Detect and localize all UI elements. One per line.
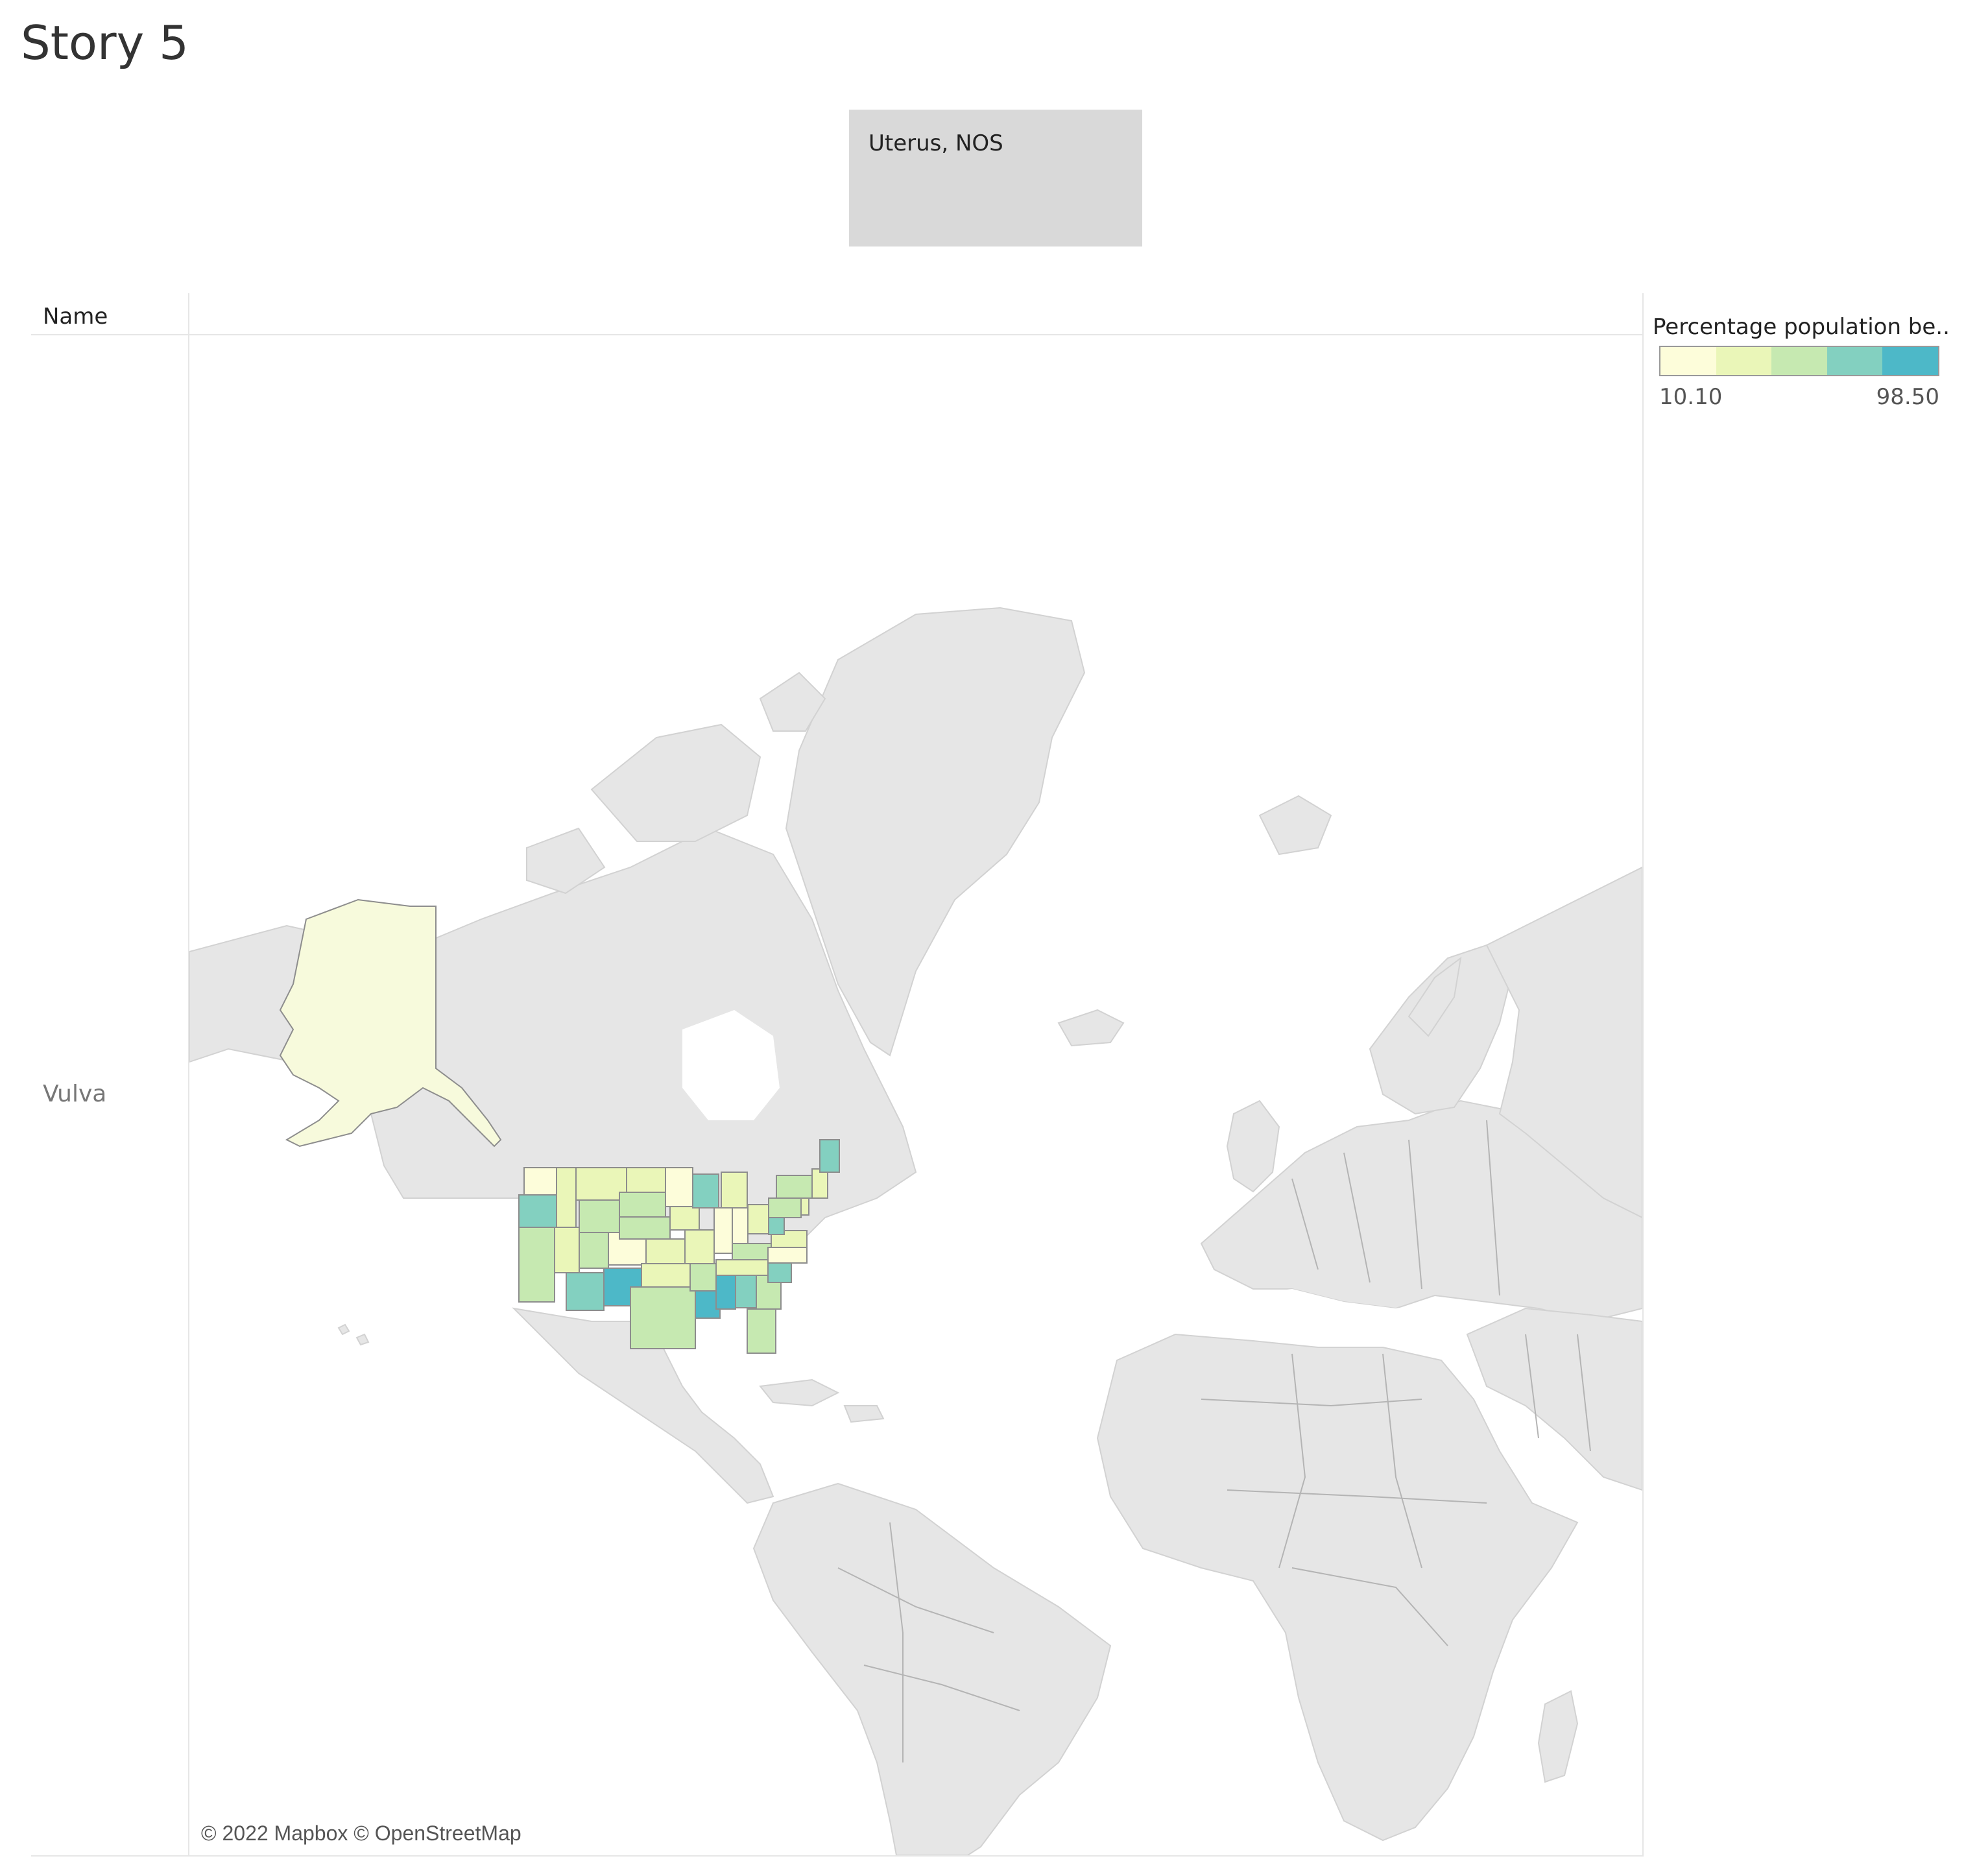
story-point-button[interactable]: Uterus, NOS (849, 110, 1142, 247)
legend-swatch-5 (1882, 347, 1938, 375)
arkansas-state (689, 1263, 717, 1292)
alabama-state (735, 1275, 757, 1308)
oregon-state (518, 1194, 560, 1228)
legend-title[interactable]: Percentage population be.. (1653, 314, 1951, 340)
wisconsin-state (692, 1173, 719, 1209)
map-attribution[interactable]: © 2022 Mapbox © OpenStreetMap (195, 1820, 528, 1847)
kansas-state (645, 1238, 686, 1264)
legend-swatch-2 (1716, 347, 1772, 375)
texas-state (630, 1286, 696, 1349)
legend-color-ramp (1659, 346, 1939, 376)
west-virginia-state (768, 1217, 785, 1235)
legend-swatch-3 (1771, 347, 1827, 375)
tennessee-state (715, 1259, 769, 1276)
bottom-divider (31, 1855, 1644, 1857)
kentucky-state (732, 1243, 772, 1260)
california-state (518, 1227, 555, 1303)
legend-max-value: 98.50 (1876, 384, 1939, 410)
new-jersey-state (800, 1197, 809, 1216)
north-dakota-state (626, 1167, 666, 1193)
iowa-state (669, 1206, 700, 1231)
missouri-state (684, 1229, 715, 1264)
wyoming-state (579, 1199, 620, 1233)
south-dakota-state (619, 1192, 666, 1218)
florida-state (747, 1308, 776, 1354)
legend-min-value: 10.10 (1659, 384, 1723, 410)
story-title: Story 5 (21, 16, 189, 70)
name-column-header: Name (43, 304, 108, 330)
pane-border (1642, 293, 1644, 1857)
new-york-state (776, 1175, 813, 1199)
michigan-state (721, 1172, 748, 1209)
nevada-state (554, 1227, 580, 1273)
legend-swatch-1 (1660, 347, 1716, 375)
south-carolina-state (767, 1262, 792, 1283)
pennsylvania-state (768, 1197, 802, 1218)
row-label-vulva: Vulva (43, 1081, 107, 1107)
mississippi-state (715, 1275, 736, 1310)
north-carolina-state (767, 1247, 808, 1264)
arizona-state (566, 1272, 605, 1311)
ohio-state (747, 1204, 769, 1234)
washington-state (523, 1167, 557, 1196)
oklahoma-state (641, 1263, 691, 1288)
idaho-state (556, 1167, 577, 1228)
story-point-caption: Uterus, NOS (869, 130, 1003, 156)
minnesota-state (665, 1167, 693, 1207)
nebraska-state (619, 1216, 671, 1240)
maine-state (819, 1139, 840, 1173)
legend-swatch-4 (1827, 347, 1883, 375)
utah-state (579, 1232, 609, 1269)
world-map[interactable] (189, 335, 1642, 1855)
new-england-state (811, 1168, 828, 1199)
map-pane[interactable] (189, 335, 1642, 1855)
indiana-state (732, 1207, 749, 1244)
illinois-state (713, 1207, 733, 1254)
